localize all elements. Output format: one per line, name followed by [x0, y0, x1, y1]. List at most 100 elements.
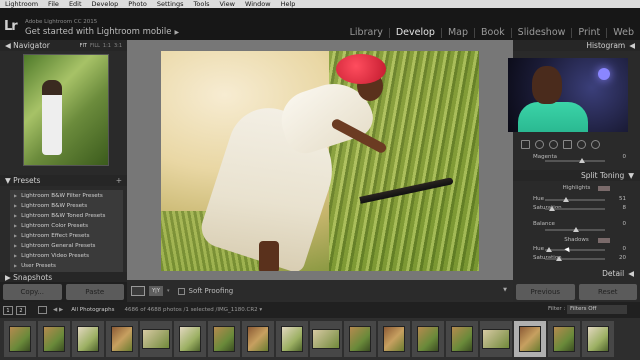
- highlights-color-swatch[interactable]: [598, 186, 610, 191]
- module-print[interactable]: Print: [571, 28, 606, 38]
- crop-tool-icon[interactable]: [521, 139, 530, 149]
- grid-view-icon[interactable]: [38, 306, 47, 314]
- filmstrip-thumbnail[interactable]: [174, 321, 206, 357]
- balance-slider[interactable]: [545, 227, 605, 232]
- filmstrip-thumbnail[interactable]: [106, 321, 138, 357]
- main-screen-button[interactable]: 1: [3, 305, 13, 315]
- preset-folder[interactable]: ▶ Lightroom General Presets: [10, 241, 123, 251]
- preset-folder[interactable]: ▶ Lightroom B&W Toned Presets: [10, 211, 123, 221]
- filmstrip-thumbnail[interactable]: [310, 321, 342, 357]
- toolbar-menu-icon[interactable]: ▼: [503, 287, 507, 293]
- image-canvas[interactable]: [127, 40, 513, 280]
- reset-button[interactable]: Reset: [578, 284, 637, 300]
- secondary-screen-button[interactable]: 2: [16, 305, 26, 315]
- navigator-preview[interactable]: [23, 54, 109, 166]
- zoom-3-1[interactable]: 3:1: [114, 43, 122, 49]
- mobile-promo[interactable]: Get started with Lightroom mobile ▶: [25, 27, 179, 37]
- add-preset-icon[interactable]: +: [116, 176, 122, 185]
- preset-folder[interactable]: ▶ Lightroom Color Presets: [10, 221, 123, 231]
- menu-develop[interactable]: Develop: [87, 0, 124, 8]
- spot-removal-icon[interactable]: [535, 139, 544, 149]
- magenta-value[interactable]: 0: [623, 154, 627, 160]
- detail-header[interactable]: Detail ◀: [513, 268, 640, 279]
- filmstrip-thumbnail[interactable]: [344, 321, 376, 357]
- menu-settings[interactable]: Settings: [152, 0, 189, 8]
- thumbnail-image: [213, 326, 235, 352]
- hl-hue-value[interactable]: 51: [619, 196, 626, 202]
- chevron-down-icon[interactable]: ▾: [167, 288, 170, 294]
- hl-sat-value[interactable]: 8: [623, 205, 627, 211]
- filmstrip-thumbnail[interactable]: [582, 321, 614, 357]
- preset-folder[interactable]: ▶ Lightroom Effect Presets: [10, 231, 123, 241]
- filmstrip-thumbnail-selected[interactable]: [514, 321, 546, 357]
- module-book[interactable]: Book: [474, 28, 511, 38]
- nav-arrows-icon[interactable]: ◀ ▶: [53, 307, 63, 313]
- hl-hue-slider[interactable]: [545, 197, 605, 202]
- menu-edit[interactable]: Edit: [64, 0, 87, 8]
- filmstrip-thumbnail[interactable]: [4, 321, 36, 357]
- previous-button[interactable]: Previous: [516, 284, 575, 300]
- module-develop[interactable]: Develop: [388, 28, 441, 38]
- magenta-slider[interactable]: [545, 158, 605, 163]
- zoom-1-1[interactable]: 1:1: [103, 43, 111, 49]
- module-web[interactable]: Web: [606, 28, 640, 38]
- preset-folder[interactable]: ▶ Lightroom Video Presets: [10, 251, 123, 261]
- filmstrip-thumbnail[interactable]: [242, 321, 274, 357]
- soft-proofing-checkbox[interactable]: [177, 287, 185, 295]
- filmstrip-thumbnail[interactable]: [276, 321, 308, 357]
- menu-window[interactable]: Window: [240, 0, 276, 8]
- menu-help[interactable]: Help: [276, 0, 301, 8]
- zoom-fit[interactable]: FIT: [80, 43, 87, 49]
- menu-view[interactable]: View: [215, 0, 240, 8]
- menu-photo[interactable]: Photo: [123, 0, 152, 8]
- slider-knob[interactable]: [546, 247, 552, 252]
- filmstrip-thumbnail[interactable]: [412, 321, 444, 357]
- slider-knob[interactable]: [549, 206, 555, 211]
- slider-knob[interactable]: [579, 158, 585, 163]
- balance-value[interactable]: 0: [623, 221, 627, 227]
- filmstrip-thumbnail[interactable]: [72, 321, 104, 357]
- module-slideshow[interactable]: Slideshow: [510, 28, 572, 38]
- copy-button[interactable]: Copy...: [3, 284, 62, 300]
- zoom-fill[interactable]: FILL: [90, 43, 100, 49]
- filmstrip-thumbnail[interactable]: [480, 321, 512, 357]
- sh-hue-slider[interactable]: [545, 247, 605, 252]
- adjustment-brush-icon[interactable]: [591, 139, 600, 149]
- slider-knob[interactable]: [563, 197, 569, 202]
- hl-sat-slider[interactable]: [545, 206, 605, 211]
- filmstrip-thumbnail[interactable]: [208, 321, 240, 357]
- main-photo[interactable]: [161, 51, 479, 271]
- module-map[interactable]: Map: [440, 28, 474, 38]
- before-after-icon[interactable]: Y|Y: [149, 286, 163, 296]
- slider-knob[interactable]: [573, 227, 579, 232]
- histogram-header[interactable]: Histogram ◀: [513, 40, 640, 51]
- slider-knob[interactable]: [556, 256, 562, 261]
- filmstrip-thumbnail[interactable]: [378, 321, 410, 357]
- filmstrip-thumbnail[interactable]: [446, 321, 478, 357]
- sh-sat-value[interactable]: 20: [619, 255, 626, 261]
- filmstrip-thumbnail[interactable]: [38, 321, 70, 357]
- menu-tools[interactable]: Tools: [189, 0, 215, 8]
- shadows-color-swatch[interactable]: [598, 238, 610, 243]
- module-library[interactable]: Library: [344, 28, 389, 38]
- graduated-filter-icon[interactable]: [563, 139, 572, 149]
- navigator-header[interactable]: ◀ Navigator FIT FILL 1:1 3:1: [0, 40, 127, 51]
- filmstrip-thumbnail[interactable]: [140, 321, 172, 357]
- menu-lightroom[interactable]: Lightroom: [0, 0, 43, 8]
- preset-folder[interactable]: ▶ Lightroom B&W Presets: [10, 201, 123, 211]
- filter-select[interactable]: Filters Off: [567, 305, 627, 314]
- loupe-view-icon[interactable]: [131, 286, 145, 296]
- red-eye-icon[interactable]: [549, 139, 558, 149]
- preset-folder[interactable]: ▶ User Presets: [10, 261, 123, 271]
- sh-sat-slider[interactable]: [545, 256, 605, 261]
- presets-header[interactable]: ▼ Presets +: [0, 175, 127, 186]
- paste-button[interactable]: Paste: [65, 284, 124, 300]
- radial-filter-icon[interactable]: [577, 139, 586, 149]
- filmstrip-info[interactable]: 4686 of 4688 photos /1 selected /IMG_118…: [124, 307, 262, 313]
- sh-hue-value[interactable]: 0: [623, 246, 627, 252]
- filmstrip-source[interactable]: All Photographs: [71, 307, 114, 313]
- menu-file[interactable]: File: [43, 0, 64, 8]
- filmstrip-thumbnail[interactable]: [548, 321, 580, 357]
- preset-folder[interactable]: ▶ Lightroom B&W Filter Presets: [10, 191, 123, 201]
- split-toning-header[interactable]: Split Toning ▼: [513, 170, 640, 181]
